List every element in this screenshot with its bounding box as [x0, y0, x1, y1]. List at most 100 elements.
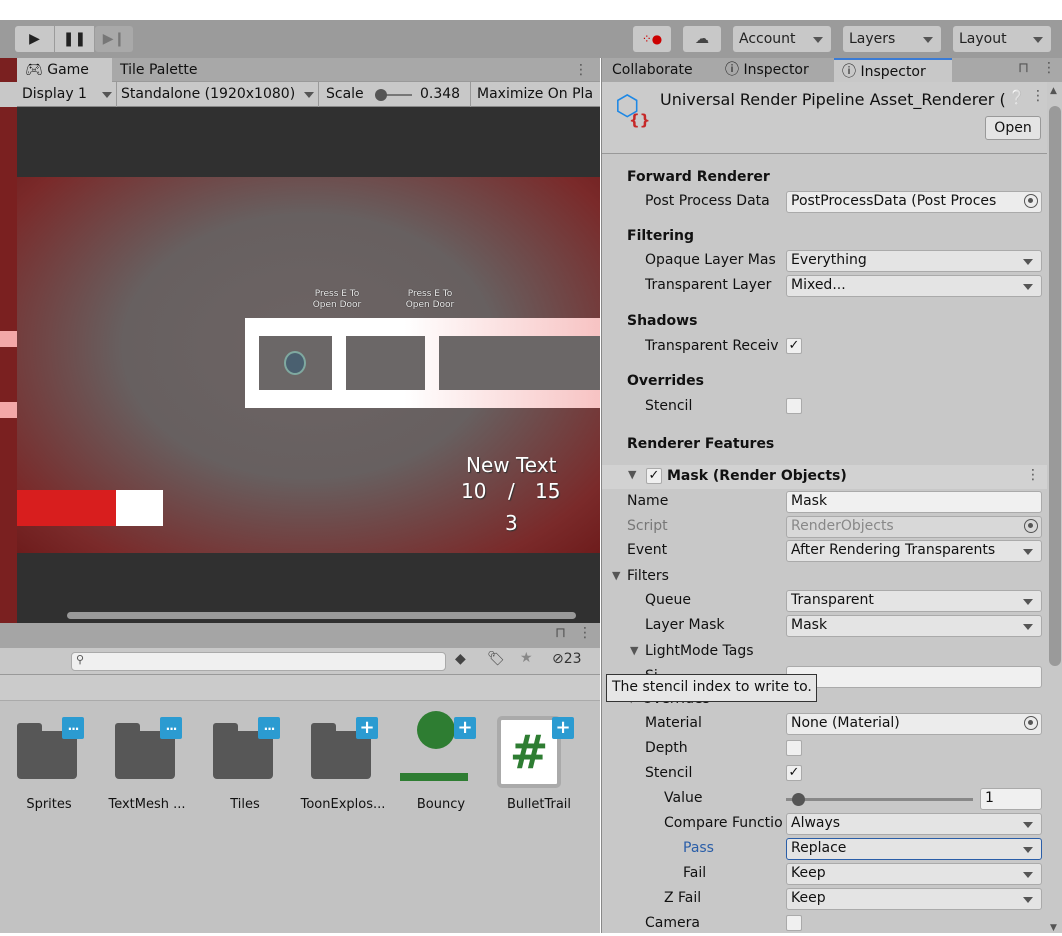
- cloud-icon: ☁: [695, 31, 709, 47]
- favorites-star-icon[interactable]: ★: [520, 650, 533, 666]
- checkbox[interactable]: [786, 915, 802, 931]
- main-toolbar: ▶ ❚❚ ▶❙ ⁘● ☁ Account Layers Layout: [0, 20, 1062, 58]
- dropdown[interactable]: Transparent: [786, 590, 1042, 612]
- scroll-down-icon[interactable]: ▼: [1050, 923, 1057, 933]
- game-view[interactable]: Press E To Open Door Press E To Open Doo…: [17, 177, 600, 553]
- dropdown[interactable]: Everything: [786, 250, 1042, 272]
- search-icon: ⚲: [76, 653, 85, 666]
- section-header: Forward Renderer: [627, 169, 770, 185]
- object-value: None (Material): [791, 715, 900, 731]
- object-field[interactable]: RenderObjects: [786, 516, 1042, 538]
- field-material[interactable]: Material None (Material): [602, 712, 1047, 736]
- horizontal-scrollbar[interactable]: [67, 612, 576, 619]
- foldout-arrow-icon[interactable]: ▼: [628, 468, 636, 481]
- pause-button[interactable]: ❚❚: [55, 26, 94, 52]
- dropdown[interactable]: Keep: [786, 863, 1042, 885]
- dropdown[interactable]: After Rendering Transparents: [786, 540, 1042, 562]
- open-button[interactable]: Open: [985, 116, 1041, 140]
- field-opaque-layer-mas[interactable]: Opaque Layer Mas Everything: [602, 249, 1047, 273]
- field-z-fail[interactable]: Z Fail Keep: [602, 887, 1047, 911]
- lock-icon[interactable]: ⊓: [1018, 60, 1029, 76]
- hidden-packages-icon[interactable]: ⊘23: [552, 651, 582, 667]
- checkbox[interactable]: ✓: [786, 765, 802, 781]
- tab-game[interactable]: 🎮︎ Game: [17, 58, 112, 82]
- dropdown[interactable]: Mask: [786, 615, 1042, 637]
- field-event[interactable]: Event After Rendering Transparents: [602, 539, 1047, 563]
- stencil-value-input[interactable]: 1: [980, 788, 1042, 810]
- tab-inspector[interactable]: ⓘ Inspector: [717, 58, 817, 82]
- dropdown-value: Everything: [791, 252, 867, 268]
- more-options-icon[interactable]: ⋮: [1031, 88, 1045, 104]
- maximize-on-play-toggle[interactable]: Maximize On Pla: [477, 86, 593, 102]
- text-input[interactable]: Mask: [786, 491, 1042, 513]
- foldout-arrow-icon[interactable]: ▼: [630, 644, 638, 657]
- field-stencil[interactable]: Stencil ✓: [602, 762, 1047, 786]
- asset-title: Universal Render Pipeline Asset_Renderer…: [660, 90, 1005, 109]
- tab-label: Inspector: [860, 64, 926, 80]
- asset-label: TextMesh ...: [108, 797, 186, 812]
- play-button[interactable]: ▶: [15, 26, 54, 52]
- dropdown[interactable]: Mixed...: [786, 275, 1042, 297]
- object-picker-icon[interactable]: [1024, 716, 1038, 730]
- slider-handle[interactable]: [792, 793, 805, 806]
- field-script[interactable]: Script RenderObjects: [602, 515, 1047, 539]
- field-fail[interactable]: Fail Keep: [602, 862, 1047, 886]
- field-camera[interactable]: Camera: [602, 912, 1047, 936]
- vertical-scrollbar[interactable]: ▲ ▼: [1047, 82, 1062, 933]
- dropdown[interactable]: Always: [786, 813, 1042, 835]
- field-queue[interactable]: Queue Transparent: [602, 589, 1047, 613]
- hud-ammo-total: 15: [535, 479, 561, 503]
- object-picker-icon[interactable]: [1024, 194, 1038, 208]
- display-dropdown[interactable]: Display 1: [22, 86, 87, 102]
- cloud-button[interactable]: ☁: [683, 26, 721, 52]
- field-mask-render-objects[interactable]: ▼ ✓ Mask (Render Objects) ⋮: [602, 465, 1047, 489]
- more-options-icon[interactable]: ⋮: [1026, 467, 1040, 483]
- checkbox[interactable]: [786, 398, 802, 414]
- more-options-icon[interactable]: ⋮: [566, 58, 596, 82]
- tab-tile-palette[interactable]: Tile Palette: [112, 58, 205, 82]
- chevron-down-icon: [1023, 847, 1033, 853]
- collab-button[interactable]: ⁘●: [633, 26, 671, 52]
- resolution-dropdown[interactable]: Standalone (1920x1080): [121, 86, 295, 102]
- help-icon[interactable]: ❔: [1008, 90, 1025, 106]
- field-pass[interactable]: Pass Replace: [602, 837, 1047, 861]
- filter-by-type-icon[interactable]: ◆: [455, 651, 466, 667]
- field-layer-mask[interactable]: Layer Mask Mask: [602, 614, 1047, 638]
- field-filters[interactable]: ▼ Filters: [602, 565, 1047, 589]
- field-value[interactable]: Value 1: [602, 787, 1047, 811]
- field-depth[interactable]: Depth: [602, 737, 1047, 761]
- field-lightmode-tags[interactable]: ▼ LightMode Tags: [602, 640, 1047, 664]
- more-options-icon[interactable]: ⋮: [578, 625, 592, 641]
- layout-dropdown[interactable]: Layout: [953, 26, 1051, 52]
- search-input[interactable]: ⚲: [71, 652, 446, 671]
- filter-by-label-icon[interactable]: 🏷︎: [487, 651, 505, 667]
- checkbox[interactable]: ✓: [786, 338, 802, 354]
- object-field[interactable]: None (Material): [786, 713, 1042, 735]
- tab-inspector-active[interactable]: ⓘ Inspector: [834, 58, 952, 82]
- lock-icon[interactable]: ⊓: [555, 625, 566, 641]
- scale-slider[interactable]: [375, 89, 412, 101]
- text-input[interactable]: [786, 666, 1042, 688]
- account-dropdown[interactable]: Account: [733, 26, 831, 52]
- tab-collaborate[interactable]: Collaborate: [604, 58, 701, 82]
- layers-dropdown[interactable]: Layers: [843, 26, 941, 52]
- object-picker-icon[interactable]: [1024, 519, 1038, 533]
- field-stencil[interactable]: Stencil: [602, 395, 1047, 419]
- field-name[interactable]: Name Mask: [602, 490, 1047, 514]
- stencil-value-slider[interactable]: [786, 793, 973, 806]
- dropdown[interactable]: Keep: [786, 888, 1042, 910]
- foldout-arrow-icon[interactable]: ▼: [612, 569, 620, 582]
- slider-handle[interactable]: [375, 89, 387, 101]
- more-options-icon[interactable]: ⋮: [1042, 60, 1056, 76]
- step-button[interactable]: ▶❙: [95, 26, 133, 52]
- field-post-process-data[interactable]: Post Process Data PostProcessData (Post P…: [602, 190, 1047, 214]
- field-transparent-receiv[interactable]: Transparent Receiv ✓: [602, 335, 1047, 359]
- dropdown[interactable]: Replace: [786, 838, 1042, 860]
- scroll-up-icon[interactable]: ▲: [1050, 86, 1057, 96]
- object-field[interactable]: PostProcessData (Post Proces: [786, 191, 1042, 213]
- field-compare-functio[interactable]: Compare Functio Always: [602, 812, 1047, 836]
- field-transparent-layer[interactable]: Transparent Layer Mixed...: [602, 274, 1047, 298]
- scrollbar-thumb[interactable]: [1049, 106, 1061, 666]
- checkbox[interactable]: [786, 740, 802, 756]
- feature-enabled-checkbox[interactable]: ✓: [646, 468, 662, 484]
